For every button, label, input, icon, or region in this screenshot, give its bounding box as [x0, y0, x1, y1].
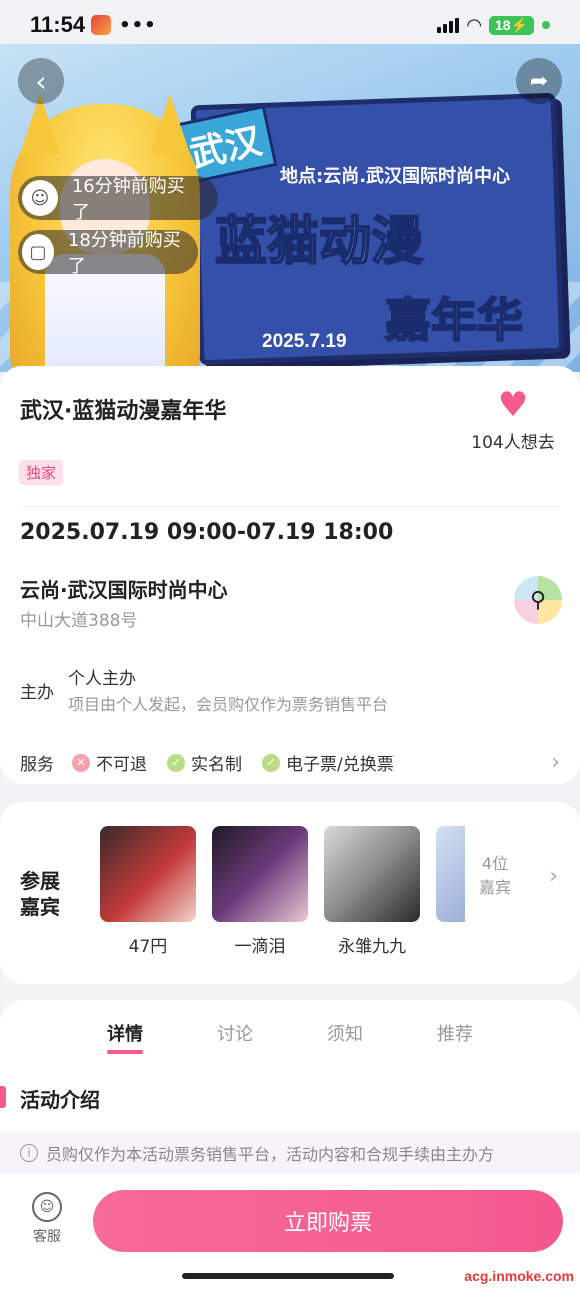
event-title: 武汉·蓝猫动漫嘉年华 [20, 399, 227, 424]
avatar: ☺ [22, 180, 58, 216]
event-datetime: 2025.07.19 09:00-07.19 18:00 [20, 520, 394, 545]
bottom-action-bar: ☺ 客服 立即购票 acg.inmoke.com [0, 1176, 580, 1289]
guests-more-label: 嘉宾 [478, 878, 511, 897]
info-icon: i [20, 1144, 38, 1162]
customer-service-label: 客服 [33, 1229, 61, 1245]
service-text: 电子票/兑换票 [286, 755, 394, 775]
guest-name: 47円 [128, 937, 168, 957]
guests-count: 4位 [481, 854, 509, 873]
avatar: ▢ [22, 234, 54, 270]
exclusive-badge: 独家 [19, 460, 64, 485]
share-icon: ➦ [529, 68, 549, 94]
guests-card: 参展嘉宾 47円 一滴泪 永雏九九 索阿 4位 嘉宾 › [0, 802, 580, 984]
tab-bar: 详情 讨论 须知 推荐 [0, 1020, 580, 1054]
service-row[interactable]: 服务 ✕ 不可退 ✓ 实名制 ✓ 电子票/兑换票 › [20, 750, 560, 775]
app-icon [91, 15, 112, 35]
customer-service-icon: ☺ [32, 1192, 62, 1222]
service-item-real-name: ✓ 实名制 [167, 750, 242, 775]
toast-text: 16分钟前购买了 [71, 176, 185, 223]
tab-discussion[interactable]: 讨论 [217, 1020, 253, 1046]
privacy-indicator [542, 21, 550, 29]
want-count: 104人想去 [471, 433, 555, 453]
guest-photo [324, 826, 420, 922]
venue-address: 中山大道388号 [20, 611, 138, 631]
guest-name: 永雏九九 [338, 937, 406, 957]
service-text: 不可退 [96, 755, 147, 775]
guests-list[interactable]: 47円 一滴泪 永雏九九 索阿 [100, 826, 465, 966]
check-icon: ✓ [167, 753, 185, 772]
notice-text: 员购仅作为本活动票务销售平台，活动内容和合规手续由主办方 [46, 1145, 495, 1164]
tab-details[interactable]: 详情 [107, 1020, 143, 1054]
share-button[interactable]: ➦ [516, 58, 562, 104]
venue-name[interactable]: 云尚·武汉国际时尚中心 [20, 574, 228, 603]
check-icon: ✓ [262, 753, 280, 772]
guest-item[interactable]: 永雏九九 [324, 826, 420, 966]
banner-title-line1: 蓝猫动漫 [214, 211, 424, 273]
purchase-toast: ☺ 16分钟前购买了 [18, 176, 218, 223]
guests-label: 参展嘉宾 [20, 869, 60, 919]
back-arrow-icon: ‹ [35, 64, 47, 98]
want-to-go-button[interactable]: ♥ 104人想去 [468, 388, 558, 453]
banner-title-line2: 嘉年华 [384, 292, 524, 348]
guests-more-button[interactable]: 4位 嘉宾 [470, 852, 520, 900]
guest-photo [100, 826, 196, 922]
guest-name: 一滴泪 [234, 937, 286, 957]
guest-photo [212, 826, 308, 922]
watermark: acg.inmoke.com [464, 1268, 574, 1284]
service-text: 实名制 [191, 755, 242, 775]
customer-service-button[interactable]: ☺ 客服 [22, 1192, 72, 1246]
section-accent-bar [0, 1086, 6, 1108]
chevron-right-icon[interactable]: › [549, 864, 558, 889]
status-bar: 11:54 ••• ◠ 18⚡ [0, 0, 580, 50]
map-icon[interactable]: ⚲ [514, 576, 562, 624]
guest-photo [436, 826, 465, 922]
guest-name: 索阿 [436, 932, 465, 957]
guest-item[interactable]: 47円 [100, 826, 196, 966]
organizer-name: 个人主办 [68, 669, 136, 689]
section-title: 活动介绍 [20, 1088, 100, 1112]
organizer-description: 项目由个人发起，会员购仅作为票务销售平台 [68, 695, 389, 714]
purchase-toast: ▢ 18分钟前购买了 [18, 230, 198, 277]
home-indicator[interactable] [182, 1273, 394, 1279]
guest-item[interactable]: 一滴泪 [212, 826, 308, 966]
wifi-icon: ◠ [467, 14, 481, 36]
buy-ticket-button[interactable]: 立即购票 [93, 1190, 563, 1252]
heart-icon: ♥ [497, 385, 529, 425]
divider [20, 506, 560, 507]
service-label: 服务 [20, 755, 54, 775]
platform-notice: i 员购仅作为本活动票务销售平台，活动内容和合规手续由主办方 [0, 1132, 580, 1174]
battery-icon: 18⚡ [488, 15, 534, 35]
status-time: 11:54 [30, 12, 86, 37]
tab-recommend[interactable]: 推荐 [437, 1020, 473, 1046]
signal-icon [437, 17, 460, 33]
service-item-eticket: ✓ 电子票/兑换票 [262, 750, 394, 775]
banner-date: 2025.7.19 [262, 331, 347, 352]
status-right: ◠ 18⚡ [437, 15, 550, 36]
toast-text: 18分钟前购买了 [67, 230, 181, 277]
back-button[interactable]: ‹ [18, 58, 64, 104]
service-item-no-refund: ✕ 不可退 [72, 750, 147, 775]
more-dots: ••• [119, 14, 157, 36]
tab-notice[interactable]: 须知 [327, 1020, 363, 1046]
chevron-right-icon: › [551, 750, 560, 775]
banner-location: 地点:云尚.武汉国际时尚中心 [280, 166, 511, 187]
cross-icon: ✕ [72, 753, 90, 772]
event-info-card: 武汉·蓝猫动漫嘉年华 ♥ 104人想去 独家 2025.07.19 09:00-… [0, 366, 580, 784]
organizer-label: 主办 [20, 683, 54, 703]
map-pin-icon: ⚲ [529, 587, 547, 613]
guest-item[interactable]: 索阿 [436, 826, 465, 966]
